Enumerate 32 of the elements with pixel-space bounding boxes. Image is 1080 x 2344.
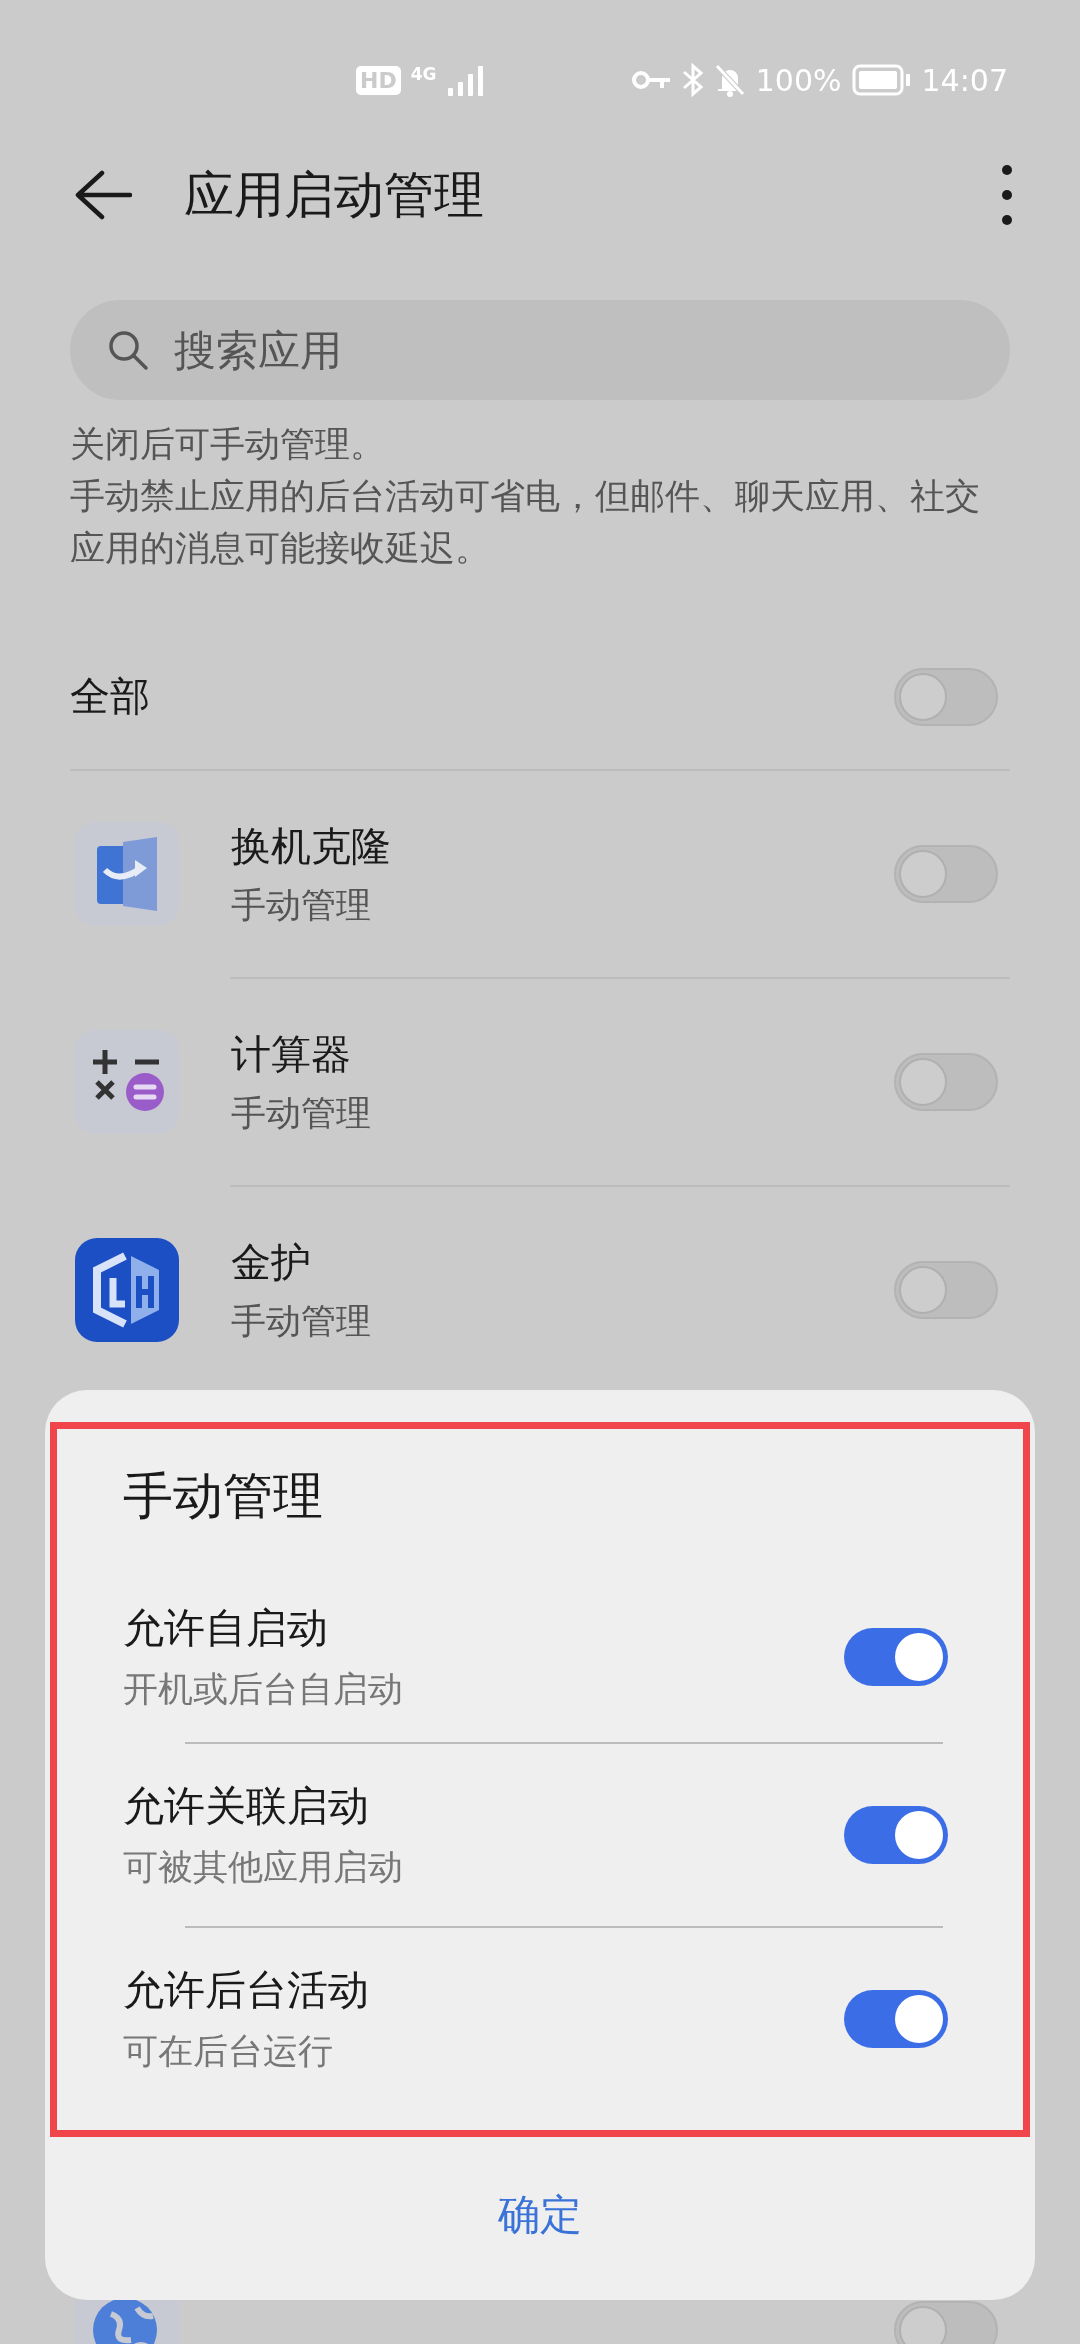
app-name: 计算器 <box>231 1030 352 1079</box>
option-description: 可在后台运行 <box>123 2030 334 2073</box>
hexagon-app-icon <box>75 1238 179 1342</box>
toggle-switch[interactable] <box>844 1806 948 1864</box>
description-text: 手动禁止应用的后台活动可省电，但邮件、聊天应用、社交应用的消息可能接收延迟。 <box>70 475 981 570</box>
more-options-icon[interactable] <box>1000 164 1014 226</box>
app-mode-label: 手动管理 <box>231 1300 372 1343</box>
option-title: 允许后台活动 <box>123 1965 370 2016</box>
battery-icon <box>851 64 912 96</box>
select-all-label: 全部 <box>70 672 150 721</box>
bell-off-icon <box>713 63 746 97</box>
app-mode-label: 手动管理 <box>231 1092 372 1135</box>
confirm-button[interactable]: 确定 <box>474 2175 606 2255</box>
toggle-switch[interactable] <box>844 1990 948 2048</box>
toggle-switch[interactable] <box>844 1628 948 1686</box>
search-field[interactable]: 搜索应用 <box>70 300 1010 400</box>
description-text: 关闭后可手动管理。 <box>70 423 386 466</box>
key-icon <box>631 68 672 92</box>
dialog-title: 手动管理 <box>123 1466 323 1527</box>
option-title: 允许自启动 <box>123 1603 329 1654</box>
app-name: 换机克隆 <box>231 822 392 871</box>
transfer-app-icon <box>75 822 179 926</box>
bluetooth-icon <box>681 63 704 97</box>
calculator-app-icon <box>75 1030 179 1134</box>
page-title: 应用启动管理 <box>184 164 485 226</box>
toggle-switch[interactable] <box>894 2301 998 2344</box>
app-mode-label: 手动管理 <box>231 884 372 927</box>
option-description: 开机或后台自启动 <box>123 1668 404 1711</box>
search-icon <box>106 328 150 372</box>
app-name: 金护 <box>231 1238 312 1287</box>
option-description: 可被其他应用启动 <box>123 1846 404 1889</box>
option-title: 允许关联启动 <box>123 1781 370 1832</box>
